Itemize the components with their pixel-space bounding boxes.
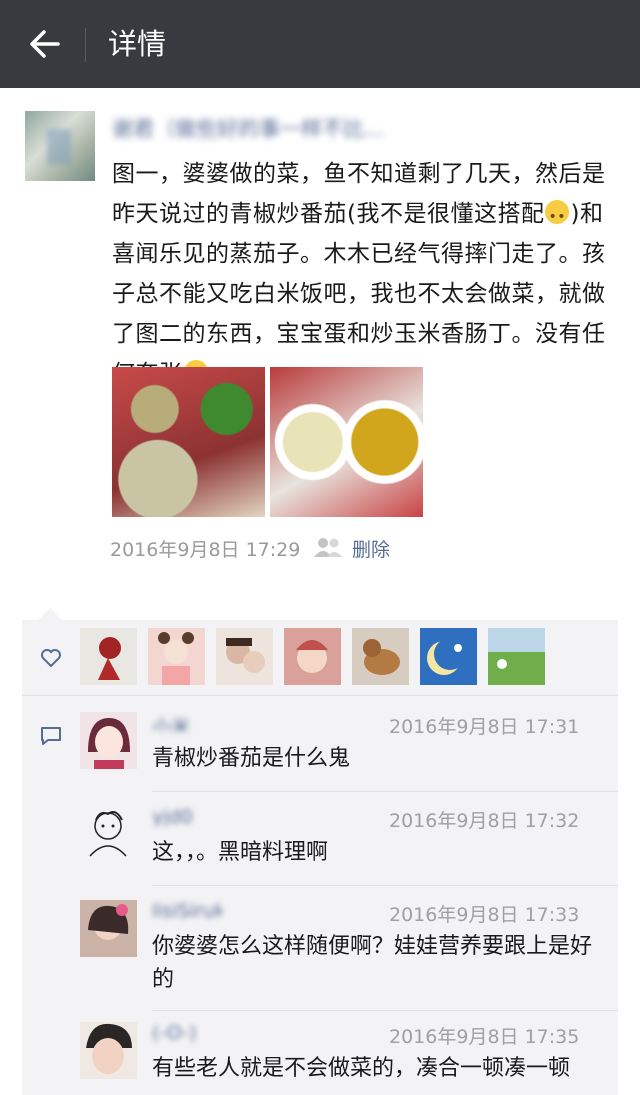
flushed-emoji-icon [545,197,570,237]
comment-divider [152,791,618,792]
back-arrow-icon[interactable] [24,26,64,62]
comment-text: 青椒炒番茄是什么鬼 [152,746,351,771]
commenter-name[interactable]: (-O-) [152,1022,222,1042]
comment-time: 2016年9月8日 17:32 [389,810,580,832]
top-bar: 详情 [0,0,640,88]
comment-divider [152,1010,618,1011]
post-text: 图一，婆婆做的菜，鱼不知道剩了几天，然后是昨天说过的青椒炒番茄(我不是很懂这搭配… [112,154,612,397]
like-avatar[interactable] [284,628,341,685]
author-avatar[interactable] [25,111,95,181]
page-title: 详情 [108,27,167,61]
like-avatar[interactable] [148,628,205,685]
post-photo-2[interactable] [270,367,423,517]
commenter-name[interactable]: lisiSiruk [152,900,222,920]
like-avatar[interactable] [80,628,137,685]
comment-text: 你婆婆怎么这样随便啊？娃娃营养要跟上是好的 [152,934,593,992]
header-divider [85,28,86,62]
commenter-avatar[interactable] [80,900,137,957]
like-avatar[interactable] [420,628,477,685]
commenter-name[interactable]: 小米 [152,712,222,732]
post-timestamp: 2016年9月8日 17:29 [110,539,301,561]
post-photo-1[interactable] [112,367,265,517]
visibility-people-icon [314,538,342,557]
like-avatars [80,628,545,685]
comment-text: 有些老人就是不会做菜的，凑合一顿凑一顿 [152,1056,571,1081]
comment-text: 这，，。黑暗料理啊 [152,840,329,865]
comment-icon [41,727,61,745]
like-avatar[interactable] [216,628,273,685]
commenter-avatar[interactable] [80,712,137,769]
delete-link[interactable]: 删除 [352,535,390,562]
post-text-part-1: 图一，婆婆做的菜，鱼不知道剩了几天，然后是昨天说过的青椒炒番茄(我不是很懂这搭配 [112,161,606,227]
comment-divider [152,885,618,886]
panel-pointer [38,608,62,620]
commenter-name[interactable]: yjd0 [152,806,222,826]
commenter-avatar[interactable] [80,806,137,863]
like-avatar[interactable] [352,628,409,685]
like-avatar[interactable] [488,628,545,685]
commenter-avatar[interactable] [80,1022,137,1079]
heart-icon [41,649,61,668]
likes-divider [22,695,618,696]
comment-time: 2016年9月8日 17:35 [389,1026,580,1048]
comment-time: 2016年9月8日 17:33 [389,904,580,926]
comment-time: 2016年9月8日 17:31 [389,716,580,738]
author-name[interactable]: 谢君（做些好的事一样不比... [112,118,452,140]
